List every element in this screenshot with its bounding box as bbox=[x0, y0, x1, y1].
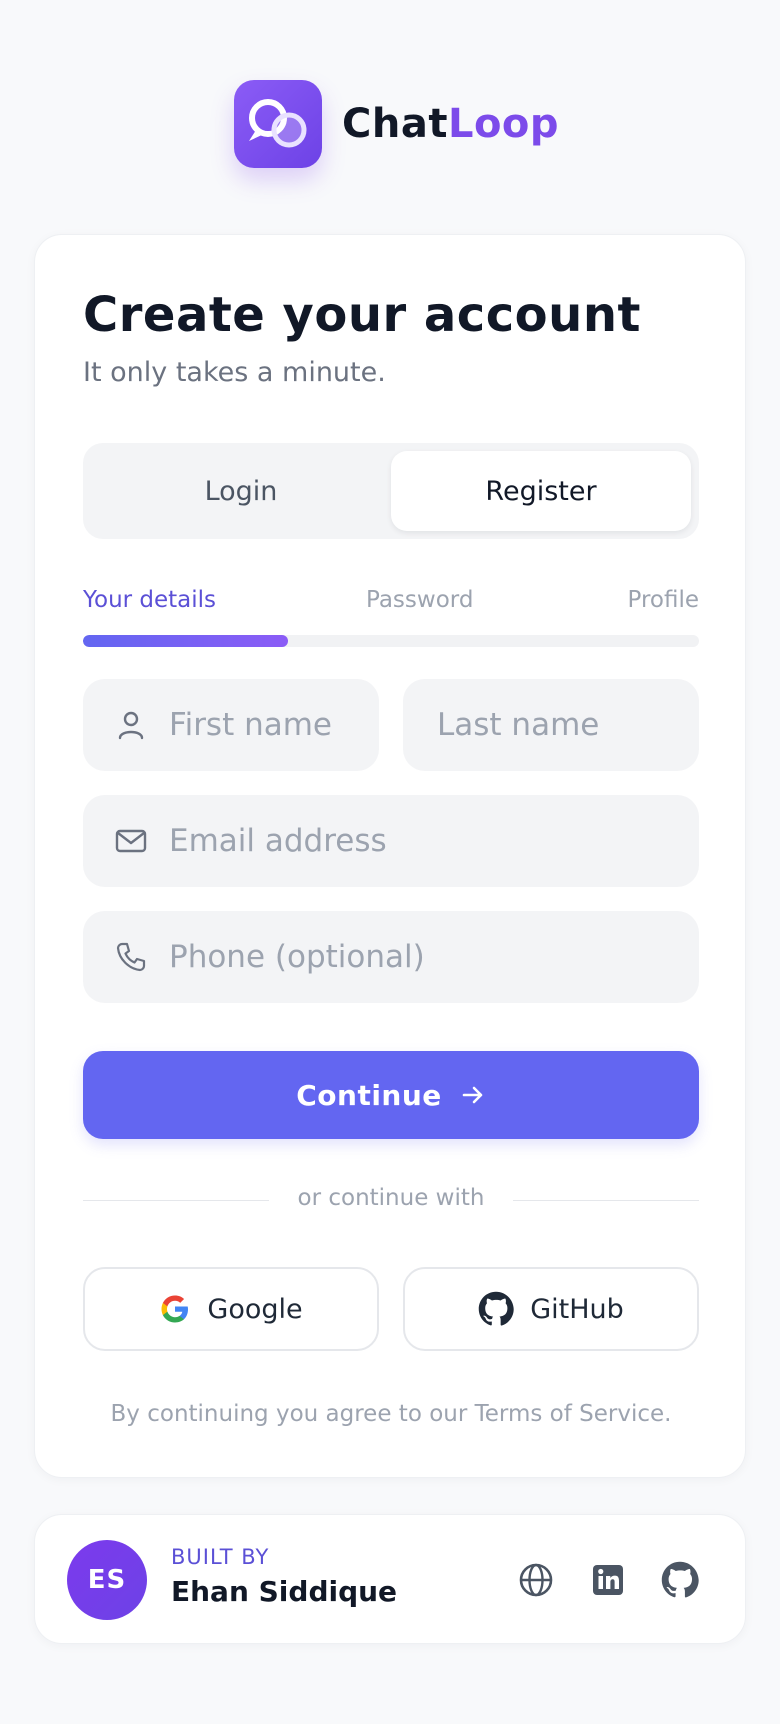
divider-line-right bbox=[513, 1200, 699, 1201]
continue-label: Continue bbox=[296, 1078, 442, 1112]
divider-text: or continue with bbox=[297, 1185, 485, 1211]
built-by-label: BUILT BY bbox=[171, 1545, 270, 1569]
google-icon bbox=[161, 1295, 189, 1323]
mail-icon bbox=[115, 829, 147, 853]
step-indicator: Your details Password Profile bbox=[83, 587, 699, 617]
github-icon[interactable] bbox=[661, 1561, 699, 1599]
brand-name: ChatLoop bbox=[342, 101, 560, 147]
github-label: GitHub bbox=[530, 1293, 624, 1325]
step-progress-fill bbox=[83, 635, 289, 647]
google-signin-button[interactable]: Google bbox=[83, 1267, 379, 1351]
email-input[interactable] bbox=[169, 795, 699, 887]
email-field[interactable] bbox=[83, 795, 699, 887]
github-icon bbox=[478, 1291, 514, 1326]
avatar: ES bbox=[67, 1540, 147, 1620]
first-name-input[interactable] bbox=[169, 679, 379, 771]
github-signin-button[interactable]: GitHub bbox=[403, 1267, 699, 1351]
chat-bubbles-icon bbox=[234, 80, 322, 168]
auth-toggle: Login Register bbox=[83, 443, 699, 539]
page-title: Create your account bbox=[83, 287, 641, 343]
arrow-right-icon bbox=[462, 1086, 483, 1104]
step-profile: Profile bbox=[627, 587, 699, 613]
globe-icon[interactable] bbox=[517, 1561, 555, 1599]
last-name-input[interactable] bbox=[437, 679, 699, 771]
google-label: Google bbox=[207, 1293, 303, 1325]
built-by-card: ES BUILT BY Ehan Siddique bbox=[34, 1514, 746, 1644]
terms-text: By continuing you agree to our Terms of … bbox=[110, 1401, 672, 1427]
phone-field[interactable] bbox=[83, 911, 699, 1003]
author-name: Ehan Siddique bbox=[171, 1575, 398, 1608]
tab-register[interactable]: Register bbox=[391, 451, 691, 531]
user-icon bbox=[118, 711, 144, 740]
phone-input[interactable] bbox=[169, 911, 699, 1003]
tab-login[interactable]: Login bbox=[91, 451, 391, 531]
step-password: Password bbox=[366, 587, 474, 613]
phone-icon bbox=[116, 942, 146, 972]
step-progress-bar bbox=[83, 635, 699, 647]
continue-button[interactable]: Continue bbox=[83, 1051, 699, 1139]
step-your-details: Your details bbox=[83, 587, 217, 613]
first-name-field[interactable] bbox=[83, 679, 379, 771]
page-subtitle: It only takes a minute. bbox=[83, 357, 386, 388]
brand-logo: ChatLoop bbox=[234, 80, 559, 168]
or-divider: or continue with bbox=[83, 1185, 699, 1215]
linkedin-icon[interactable] bbox=[589, 1561, 627, 1599]
last-name-field[interactable] bbox=[403, 679, 699, 771]
register-card: Create your account It only takes a minu… bbox=[34, 234, 746, 1478]
